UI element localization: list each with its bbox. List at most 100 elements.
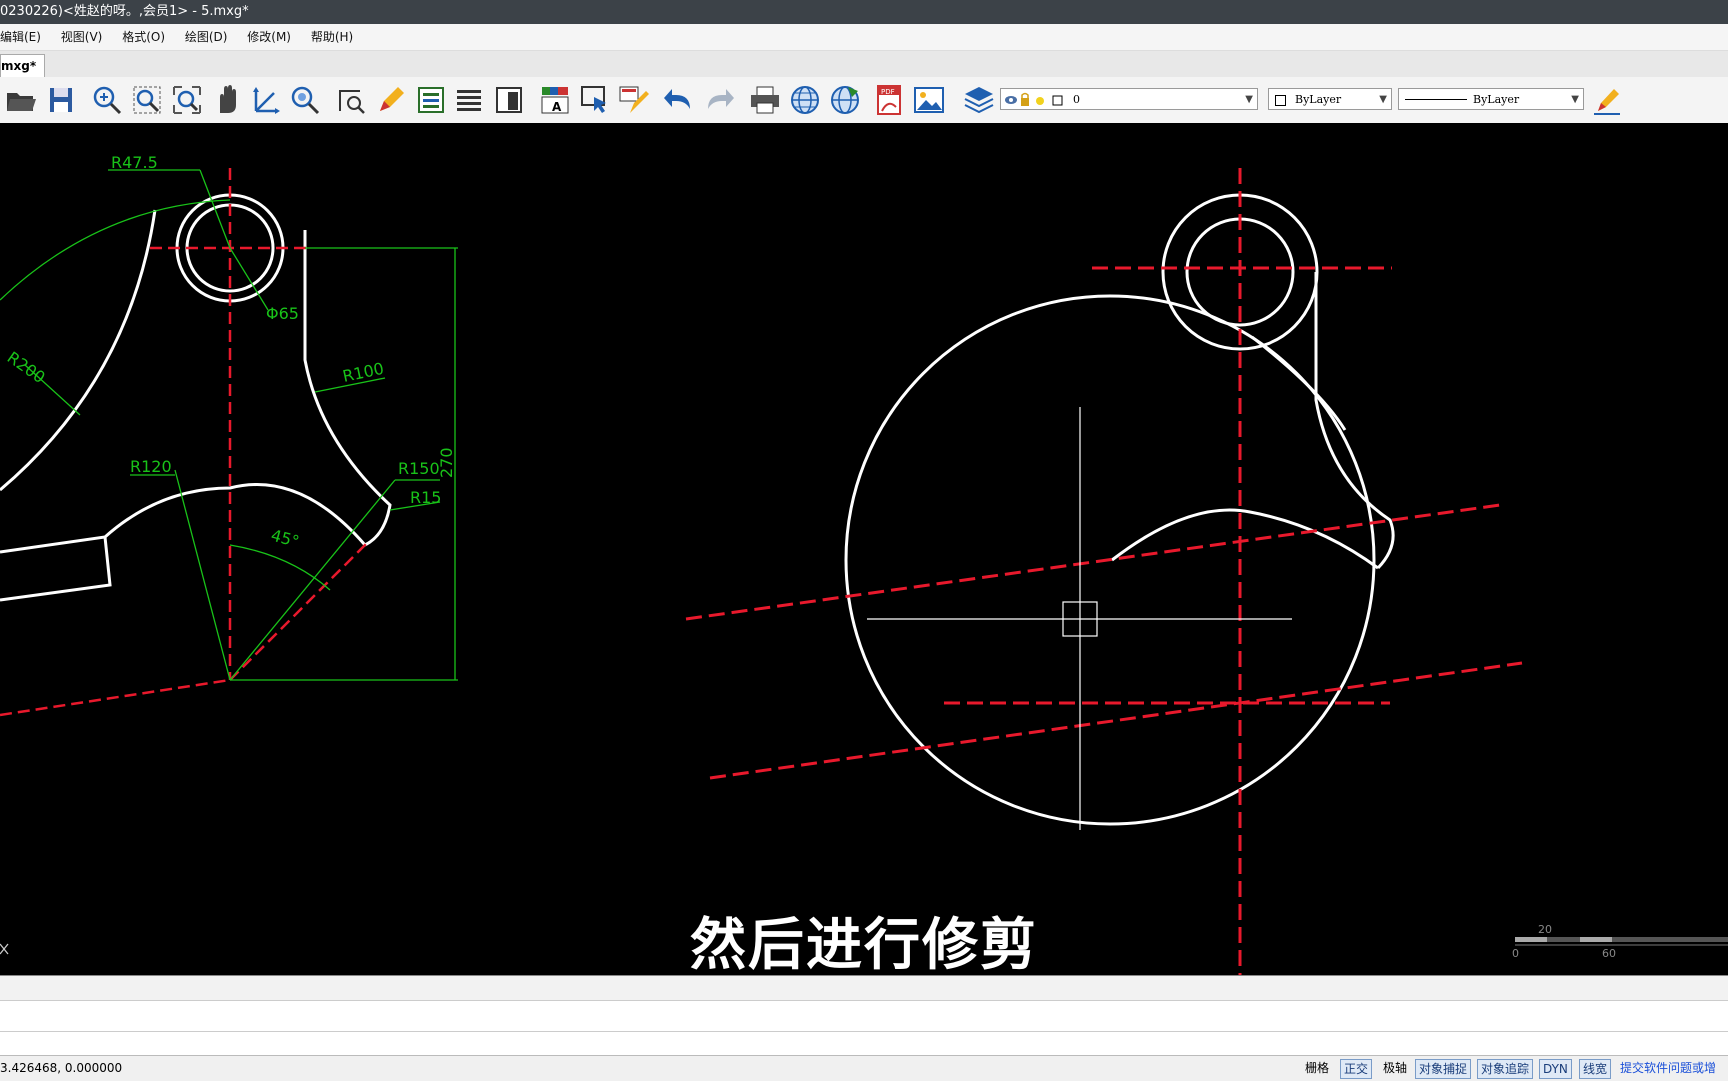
pdf-icon: PDF [877,85,901,115]
properties-button[interactable] [414,83,448,117]
text-style-icon: A [541,87,569,114]
toggle-object-tracking[interactable]: 对象追踪 [1477,1059,1534,1079]
arc-r100-work [1314,272,1395,570]
block-button[interactable] [492,83,526,117]
document-tab-bar: mxg* [0,51,1728,78]
linetype-dropdown[interactable]: ByLayer ▼ [1398,88,1584,110]
lineweight-button[interactable] [1590,83,1624,117]
toggle-grid[interactable]: 栅格 [1302,1059,1332,1077]
properties-icon [418,87,444,113]
arc-r120-outline [0,483,367,554]
block-icon [496,87,522,113]
chevron-down-icon: ▼ [1379,94,1387,105]
magnifier-icon [291,86,320,115]
redo-button[interactable] [702,83,736,117]
linetype-value: ByLayer [1473,93,1520,106]
feedback-link[interactable]: 提交软件问题或增 [1617,1059,1728,1077]
match-properties-button[interactable] [616,83,650,117]
folder-open-icon [7,93,36,111]
scale-bar: 20 0 60 [1512,923,1728,960]
list-icon [457,90,481,111]
undo-arrow-icon [664,89,690,109]
text-style-button[interactable]: A [538,83,572,117]
command-area [0,975,1728,1056]
menu-draw[interactable]: 绘图(D) [177,24,236,50]
save-button[interactable] [44,83,78,117]
layer-value: 0 [1073,93,1080,106]
zoom-extents-button[interactable] [170,83,204,117]
zoom-window-button[interactable] [130,83,164,117]
menu-format[interactable]: 格式(O) [114,24,173,50]
menu-bar: 编辑(E) 视图(V) 格式(O) 绘图(D) 修改(M) 帮助(H) [0,24,1728,51]
label-phi65: Φ65 [266,304,299,323]
paintbrush-icon [619,86,649,113]
chevron-down-icon: ▼ [1571,94,1579,105]
zoom-previous-button[interactable] [288,83,322,117]
scale-label-60: 60 [1602,947,1616,960]
undo-button[interactable] [662,83,696,117]
layer-dropdown[interactable]: 0 ▼ [1000,88,1258,110]
menu-edit[interactable]: 编辑(E) [0,24,49,50]
open-file-button[interactable] [4,83,38,117]
axis-icon [253,87,280,114]
pan-button[interactable] [210,83,244,117]
zoom-window-icon [133,86,161,114]
ucs-icon [0,943,9,955]
measure-button[interactable] [334,83,368,117]
zoom-extents-icon [173,86,201,114]
label-r150: R150 [398,459,440,478]
scale-label-0: 0 [1512,947,1519,960]
cad-drawing: R47.5 Φ65 R200 R100 R120 R150 R15 45° 27… [0,153,1728,975]
menu-help[interactable]: 帮助(H) [303,24,361,50]
pencil-button[interactable] [374,83,408,117]
title-bar: 0230226)<姓赵的呀。,会员1> - 5.mxg* [0,0,1728,24]
color-value: ByLayer [1295,93,1342,106]
select-button[interactable] [578,83,612,117]
insert-image-button[interactable] [912,83,946,117]
reference-geometry [0,193,392,602]
scale-label-20: 20 [1538,923,1552,936]
work-geometry [844,193,1395,826]
ucs-button[interactable] [250,83,284,117]
layer-manager-button[interactable] [962,83,996,117]
tab-document[interactable]: mxg* [0,54,46,77]
redo-arrow-icon [708,89,734,109]
hand-pan-icon [220,85,236,113]
color-dropdown[interactable]: ByLayer ▼ [1268,88,1392,110]
zoom-realtime-button[interactable] [90,83,124,117]
pencil-icon [380,87,404,111]
arc-r200-outline [0,209,157,492]
toggle-ortho[interactable]: 正交 [1340,1059,1373,1079]
publish-web-button[interactable] [788,83,822,117]
status-bar: 3.426468, 0.000000 栅格 正交 极轴 对象捕捉 对象追踪 DY… [0,1055,1728,1081]
online-button[interactable] [828,83,862,117]
toggle-dyn[interactable]: DYN [1539,1059,1572,1079]
pen-icon [1594,89,1620,115]
label-r15: R15 [410,488,441,507]
reference-centerlines [0,168,371,717]
arm-outline [0,536,112,602]
crosshair-cursor [867,407,1292,830]
toggle-polar[interactable]: 极轴 [1380,1059,1410,1077]
menu-view[interactable]: 视图(V) [53,24,111,50]
label-r100: R100 [341,359,386,386]
label-angle-45: 45° [269,526,301,552]
toggle-object-snap[interactable]: 对象捕捉 [1415,1059,1472,1079]
command-input[interactable] [0,1001,1728,1032]
print-button[interactable] [748,83,782,117]
arc-r100-outline [303,230,392,547]
standard-toolbar: A PDF 0 ▼ ByLayer ▼ ByLayer ▼ [0,77,1728,124]
layers-icon [964,87,994,114]
zoom-plus-icon [93,86,122,115]
drawing-canvas[interactable]: R47.5 Φ65 R200 R100 R120 R150 R15 45° 27… [0,123,1728,975]
toggle-lineweight[interactable]: 线宽 [1579,1059,1612,1079]
menu-modify[interactable]: 修改(M) [239,24,299,50]
layer-state-icons [1005,92,1063,106]
export-pdf-button[interactable]: PDF [872,83,906,117]
arc-r120-work [1111,508,1379,570]
save-icon [50,88,72,112]
image-icon [914,87,944,113]
list-button[interactable] [452,83,486,117]
svg-text:PDF: PDF [881,88,895,96]
chevron-down-icon: ▼ [1245,94,1253,105]
